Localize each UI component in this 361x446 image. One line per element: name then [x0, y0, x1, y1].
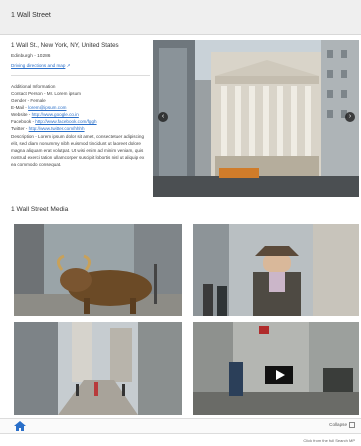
page-title: 1 Wall Street — [11, 12, 51, 19]
directions-link[interactable]: Driving directions and map — [11, 63, 65, 68]
collapse-icon — [349, 422, 355, 428]
divider — [11, 75, 150, 76]
stock-exchange-photo — [153, 40, 359, 197]
description: Description - Lorem ipsum dolor sit amet… — [11, 134, 145, 167]
video-play-button[interactable] — [265, 366, 293, 384]
location-info-panel: 1 Wall St., New York, NY, United States … — [11, 40, 150, 198]
home-icon[interactable] — [14, 421, 26, 431]
email-label: E-Mail - — [11, 105, 29, 110]
facebook-link[interactable]: http://www.facebook.com/fggh — [35, 119, 96, 124]
gender: Gender - Female — [11, 98, 46, 103]
media-tile-man[interactable] — [193, 224, 359, 316]
carousel-prev-icon[interactable]: ‹ — [158, 112, 168, 122]
website-label: Website - — [11, 112, 32, 117]
media-tile-bull[interactable] — [14, 224, 182, 316]
twitter-link[interactable]: http://www.twitter.com/hhhh — [29, 126, 85, 131]
media-section-title: 1 Wall Street Media — [11, 206, 69, 213]
facebook-row: Facebook - http://www.facebook.com/fggh — [11, 118, 150, 125]
facebook-label: Facebook - — [11, 119, 36, 124]
twitter-label: Twitter - — [11, 126, 29, 131]
website-link[interactable]: http://www.google.co.in — [32, 112, 79, 117]
external-link-icon: ↗ — [66, 63, 71, 68]
top-bar: 1 Wall Street — [0, 0, 361, 35]
website-row: Website - http://www.google.co.in — [11, 111, 150, 118]
twitter-row: Twitter - http://www.twitter.com/hhhh — [11, 125, 150, 132]
footer-credit: Click from the full Search MP — [303, 438, 355, 443]
address: 1 Wall St., New York, NY, United States — [11, 42, 119, 49]
carousel-next-icon[interactable]: › — [345, 112, 355, 122]
city-zip: Edinburgh - 10286 — [11, 54, 51, 59]
email-link[interactable]: lorem@ipsum.com — [28, 105, 66, 110]
play-icon — [276, 370, 285, 380]
collapse-button[interactable]: Collapse — [329, 422, 355, 428]
wall-street-man-photo — [193, 224, 359, 316]
media-tile-street[interactable] — [14, 322, 182, 415]
email-row: E-Mail - lorem@ipsum.com — [11, 104, 150, 111]
charging-bull-photo — [14, 224, 182, 316]
footer-bar: Collapse — [0, 418, 361, 434]
media-tile-video[interactable] — [193, 322, 359, 415]
additional-info-heading: Additional Information — [11, 84, 56, 89]
collapse-label: Collapse — [329, 422, 347, 428]
hero-photo-carousel[interactable]: ‹ › — [153, 40, 359, 197]
street-view-photo — [14, 322, 182, 415]
contact-person: Contact Person - Mr. Lorem ipsum — [11, 91, 81, 96]
